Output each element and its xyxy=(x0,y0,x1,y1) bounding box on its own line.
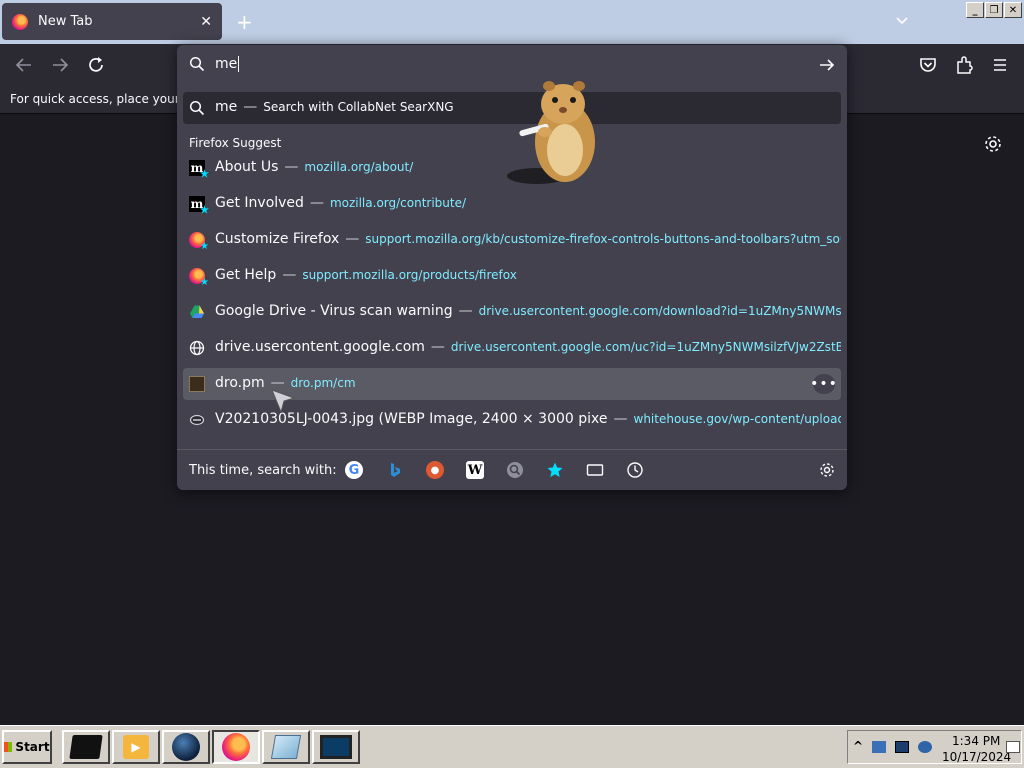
whitehouse-icon xyxy=(189,414,205,426)
taskbar: Start ▶ ^ 1:34 PM 10/17/2024 xyxy=(0,725,1024,768)
back-arrow-icon[interactable] xyxy=(13,54,35,76)
tab-title: New Tab xyxy=(38,14,93,29)
media-player-icon: ▶ xyxy=(123,735,149,759)
google-drive-icon xyxy=(190,305,204,318)
hamster-overlay-image xyxy=(507,81,595,184)
duckduckgo-icon[interactable]: ● xyxy=(426,461,444,479)
window-controls: _ ❐ ✕ xyxy=(966,2,1022,18)
tab-strip: New Tab ✕ + _ ❐ ✕ xyxy=(0,0,1024,44)
clock-date[interactable]: 10/17/2024 xyxy=(942,750,1011,764)
terminal-icon xyxy=(69,735,103,759)
bookmarks-star-icon[interactable] xyxy=(546,461,564,479)
dropm-icon xyxy=(189,376,205,392)
urlbar-input[interactable]: me xyxy=(177,45,847,85)
notepad-icon xyxy=(270,735,302,759)
searxng-icon[interactable] xyxy=(506,461,524,479)
taskbar-app-media-player[interactable]: ▶ xyxy=(112,730,160,764)
network-globe-icon xyxy=(172,733,200,761)
firefox-icon: ★ xyxy=(189,232,209,252)
taskbar-app-notepad[interactable] xyxy=(262,730,310,764)
restore-button[interactable]: ❐ xyxy=(985,2,1003,18)
start-button[interactable]: Start xyxy=(2,730,52,764)
mozilla-icon: m ★ xyxy=(189,160,209,180)
search-icon xyxy=(189,56,205,72)
mozilla-icon: m ★ xyxy=(189,196,209,216)
list-all-tabs-chevron-icon[interactable] xyxy=(894,12,910,28)
taskbar-app-globe[interactable] xyxy=(162,730,210,764)
tab-new-tab[interactable]: New Tab ✕ xyxy=(2,3,222,40)
taskbar-app-monitor[interactable] xyxy=(312,730,360,764)
taskbar-app-terminal[interactable] xyxy=(62,730,110,764)
pocket-icon[interactable] xyxy=(917,54,939,76)
firefox-suggest-label: Firefox Suggest xyxy=(189,136,282,150)
search-action-text: Search with CollabNet SearXNG xyxy=(263,100,454,114)
reload-icon[interactable] xyxy=(85,54,107,76)
forward-arrow-icon[interactable] xyxy=(49,54,71,76)
result-menu-button[interactable]: ••• xyxy=(810,374,837,394)
newtab-settings-gear-icon[interactable] xyxy=(982,133,1004,155)
monitor-icon xyxy=(320,735,352,759)
google-icon[interactable]: G xyxy=(345,461,363,479)
show-desktop-icon[interactable] xyxy=(1006,741,1020,753)
globe-icon xyxy=(189,340,205,356)
windows-flag-icon xyxy=(4,742,13,752)
suggestion-row[interactable]: ★ Customize Firefox — support.mozilla.org/… xyxy=(183,224,841,256)
clock-time[interactable]: 1:34 PM xyxy=(952,734,1000,748)
firefox-icon xyxy=(12,13,28,30)
new-tab-button[interactable]: + xyxy=(236,10,253,34)
volume-icon[interactable] xyxy=(918,741,932,753)
tray-app-icon[interactable] xyxy=(872,741,886,753)
firefox-icon xyxy=(222,733,250,761)
tab-close-icon[interactable]: ✕ xyxy=(200,14,212,30)
bing-icon[interactable] xyxy=(386,461,404,479)
taskbar-app-firefox[interactable] xyxy=(212,730,260,764)
extensions-icon[interactable] xyxy=(953,54,975,76)
suggestion-row[interactable]: m ★ Get Involved — mozilla.org/contribute/ xyxy=(183,188,841,220)
suggestion-row[interactable]: drive.usercontent.google.com — drive.userc… xyxy=(183,332,841,364)
search-icon xyxy=(189,100,205,116)
urlbar-query: me xyxy=(215,56,240,72)
minimize-button[interactable]: _ xyxy=(966,2,984,18)
app-menu-icon[interactable] xyxy=(989,54,1011,76)
suggestion-row[interactable]: ★ Get Help — support.mozilla.org/products/… xyxy=(183,260,841,292)
wikipedia-icon[interactable]: W xyxy=(466,461,484,479)
window-close-button[interactable]: ✕ xyxy=(1004,2,1022,18)
go-arrow-icon[interactable] xyxy=(817,55,837,75)
tray-expand-arrow-icon[interactable]: ^ xyxy=(853,739,863,753)
search-query-text: me xyxy=(215,99,238,115)
suggestion-row[interactable]: Google Drive - Virus scan warning — drive.… xyxy=(183,296,841,328)
search-settings-gear-icon[interactable] xyxy=(818,461,836,479)
firefox-icon: ★ xyxy=(189,268,209,288)
system-tray: ^ 1:34 PM 10/17/2024 xyxy=(847,730,1022,764)
one-off-label: This time, search with: xyxy=(189,463,337,478)
history-icon[interactable] xyxy=(626,461,644,479)
one-off-search-bar: This time, search with: G ● W xyxy=(177,449,847,490)
network-icon[interactable] xyxy=(895,741,909,753)
tabs-icon[interactable] xyxy=(586,461,604,479)
mouse-cursor-icon xyxy=(271,389,296,414)
